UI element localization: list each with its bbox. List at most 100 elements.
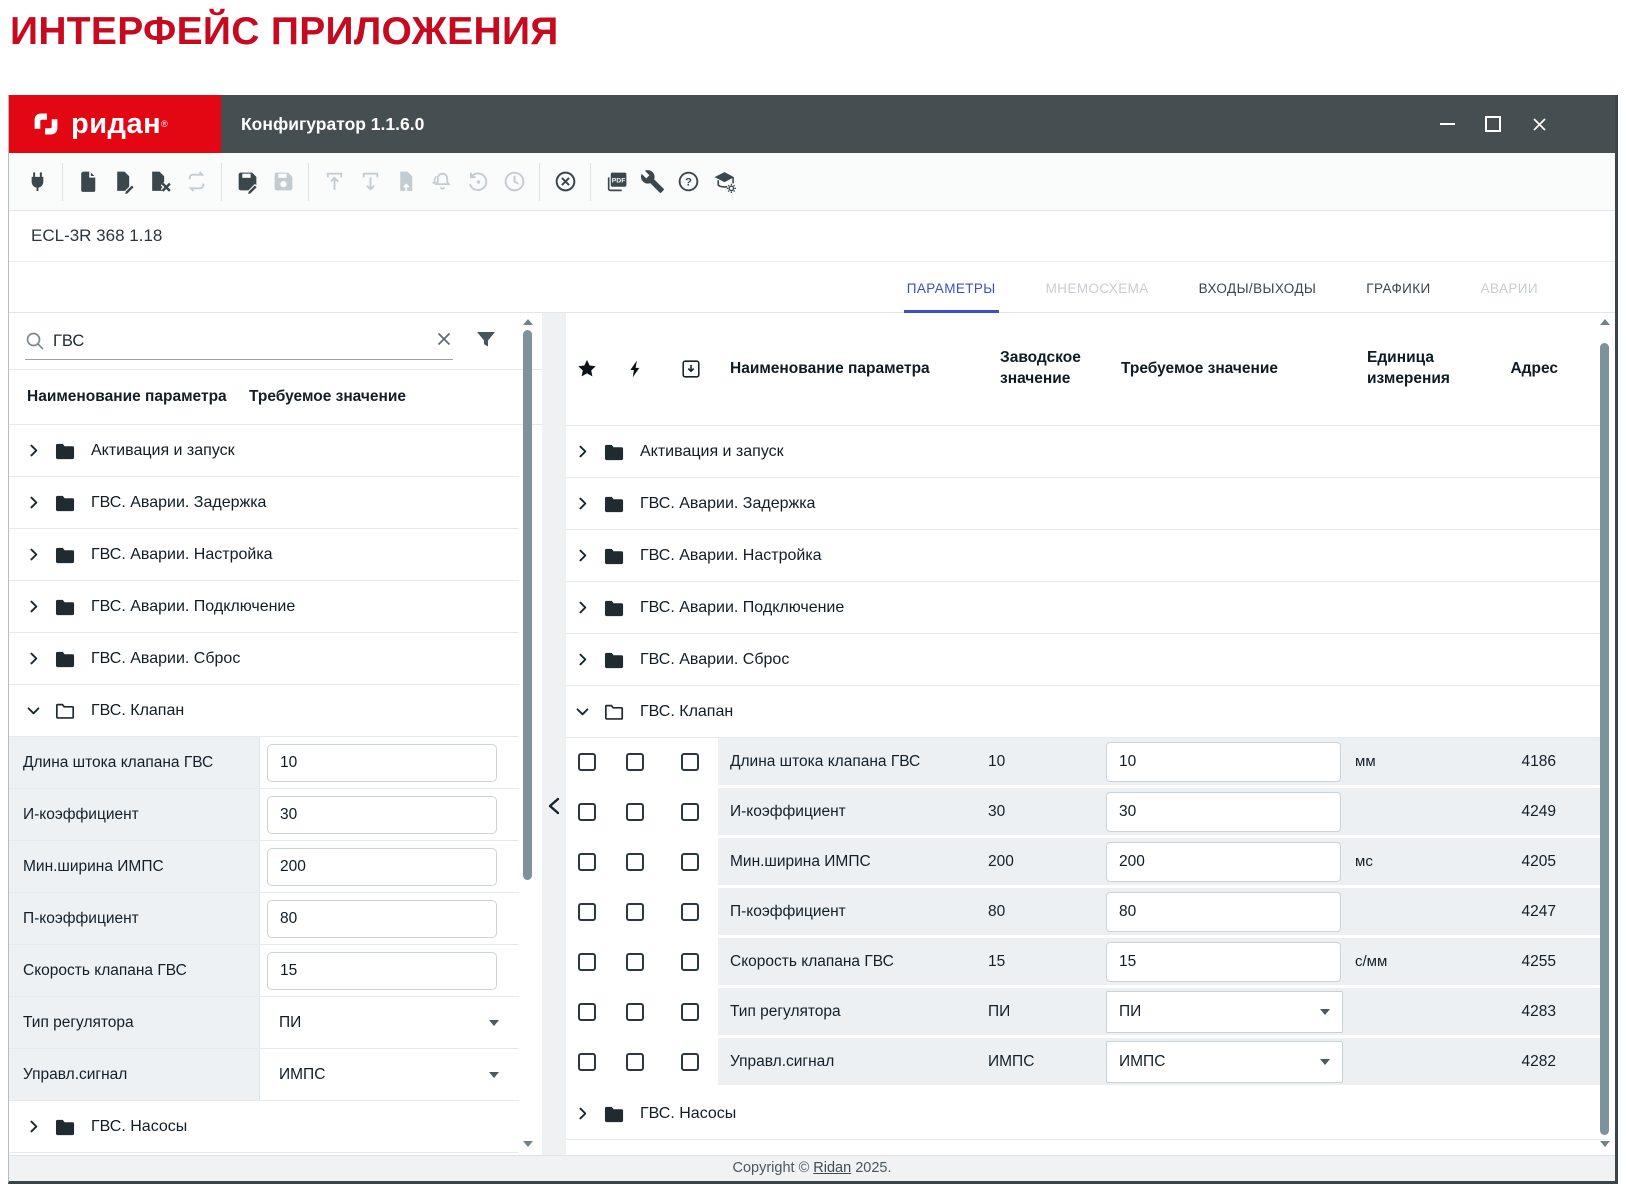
- tree-folder-row[interactable]: ГВС. Клапан: [9, 685, 519, 737]
- param-value-input[interactable]: [267, 796, 497, 834]
- required-value-input[interactable]: [1106, 942, 1341, 982]
- tab-inputs-outputs[interactable]: ВХОДЫ/ВЫХОДЫ: [1196, 281, 1320, 313]
- param-label: Управл.сигнал: [730, 1053, 834, 1071]
- scroll-down-icon[interactable]: [523, 1141, 533, 1147]
- checkbox-write[interactable]: [681, 1003, 699, 1021]
- new-file-button[interactable]: [70, 163, 106, 201]
- tree-folder-row[interactable]: ГВС. Аварии. Задержка: [566, 478, 1608, 530]
- checkbox-monitor[interactable]: [626, 853, 644, 871]
- required-value-input[interactable]: [1106, 742, 1341, 782]
- left-scrollbar[interactable]: [523, 313, 533, 1155]
- tree-folder-row[interactable]: ГВС. Основные настройки: [566, 1140, 1608, 1155]
- checkbox-favorite[interactable]: [578, 753, 596, 771]
- filter-button[interactable]: [474, 328, 498, 352]
- tree-folder-row[interactable]: ГВС. Аварии. Подключение: [566, 582, 1608, 634]
- checkbox-write[interactable]: [681, 853, 699, 871]
- left-scrollbar-thumb[interactable]: [523, 330, 532, 880]
- collapse-panel-button[interactable]: [544, 795, 564, 817]
- maximize-button[interactable]: [1483, 114, 1503, 134]
- checkbox-write[interactable]: [681, 1053, 699, 1071]
- checkbox-favorite[interactable]: [578, 1053, 596, 1071]
- ridan-link[interactable]: Ridan: [813, 1160, 851, 1176]
- checkbox-write[interactable]: [681, 803, 699, 821]
- tree-folder-row[interactable]: ГВС. Аварии. Сброс: [566, 634, 1608, 686]
- edit-file-button[interactable]: [106, 163, 142, 201]
- tree-folder-row[interactable]: ГВС. Насосы: [566, 1088, 1608, 1140]
- lightning-icon[interactable]: [608, 358, 663, 380]
- star-icon[interactable]: [566, 358, 608, 380]
- scroll-up-icon[interactable]: [1600, 319, 1610, 325]
- tree-folder-row[interactable]: ГВС. Аварии. Сброс: [9, 633, 519, 685]
- chevron-right-icon: [574, 599, 591, 616]
- clear-search-button[interactable]: [436, 331, 452, 347]
- wrench-button[interactable]: [634, 163, 670, 201]
- close-button[interactable]: [1529, 114, 1549, 134]
- right-scrollbar[interactable]: [1600, 313, 1610, 1155]
- download-tray-icon[interactable]: [663, 358, 718, 380]
- delete-file-button[interactable]: [142, 163, 178, 201]
- column-header-address: Адрес: [1475, 360, 1608, 378]
- required-value-input[interactable]: [1106, 792, 1341, 832]
- tab-charts[interactable]: ГРАФИКИ: [1363, 281, 1433, 313]
- address-cell: 4283: [1463, 988, 1608, 1035]
- chevron-right-icon: [574, 1105, 591, 1122]
- required-value-select[interactable]: ИМПС: [1106, 1041, 1343, 1083]
- folder-icon: [54, 441, 77, 461]
- param-label-cell: Управл.сигнал: [9, 1049, 260, 1100]
- param-value-input[interactable]: [267, 952, 497, 990]
- tree-folder-row[interactable]: ГВС. Аварии. Настройка: [566, 530, 1608, 582]
- checkbox-write[interactable]: [681, 753, 699, 771]
- checkbox-monitor[interactable]: [626, 803, 644, 821]
- scroll-down-icon[interactable]: [1600, 1141, 1610, 1147]
- cancel-button[interactable]: [547, 163, 583, 201]
- checkbox-favorite[interactable]: [578, 953, 596, 971]
- tree-folder-row[interactable]: ГВС. Аварии. Настройка: [9, 529, 519, 581]
- param-value-input[interactable]: [267, 900, 497, 938]
- education-settings-icon: [712, 169, 737, 194]
- tree-folder-row[interactable]: Активация и запуск: [9, 425, 519, 477]
- checkbox-monitor[interactable]: [626, 1003, 644, 1021]
- checkbox-monitor[interactable]: [626, 1053, 644, 1071]
- help-button[interactable]: ?: [670, 163, 706, 201]
- table-row: Тип регулятораПИПИ4283: [566, 988, 1608, 1038]
- param-value-select[interactable]: ПИ: [267, 997, 519, 1048]
- param-value-input[interactable]: [267, 848, 497, 886]
- dropdown-caret-icon: [1320, 1059, 1330, 1065]
- tree-folder-row[interactable]: ГВС. Клапан: [566, 686, 1608, 738]
- plug-button[interactable]: [19, 163, 55, 201]
- right-scrollbar-thumb[interactable]: [1600, 343, 1609, 1135]
- checkbox-favorite[interactable]: [578, 853, 596, 871]
- tree-folder-row[interactable]: ГВС. Насосы: [9, 1101, 519, 1153]
- tree-folder-row[interactable]: Активация и запуск: [566, 426, 1608, 478]
- checkbox-monitor[interactable]: [626, 953, 644, 971]
- checkbox-monitor[interactable]: [626, 753, 644, 771]
- address-cell: 4249: [1463, 788, 1608, 835]
- checkbox-favorite[interactable]: [578, 903, 596, 921]
- param-name-cell: П-коэффициент: [718, 888, 968, 935]
- search-input[interactable]: [53, 326, 403, 356]
- upload-button: [316, 163, 352, 201]
- required-value-select[interactable]: ПИ: [1106, 991, 1343, 1033]
- education-settings-button[interactable]: [706, 163, 742, 201]
- tab-parameters[interactable]: ПАРАМЕТРЫ: [904, 281, 999, 313]
- checkbox-monitor[interactable]: [626, 903, 644, 921]
- param-name-cell: И-коэффициент: [718, 788, 968, 835]
- checkbox-write[interactable]: [681, 953, 699, 971]
- tree-folder-row[interactable]: ГВС. Аварии. Задержка: [9, 477, 519, 529]
- toolbar: PDF?: [9, 153, 1615, 211]
- tree-folder-row[interactable]: ГВС. Аварии. Подключение: [9, 581, 519, 633]
- required-value-input[interactable]: [1106, 842, 1341, 882]
- param-value-input[interactable]: [267, 744, 497, 782]
- save-edit-button[interactable]: [229, 163, 265, 201]
- required-value-input[interactable]: [1106, 892, 1341, 932]
- checkbox-write[interactable]: [681, 903, 699, 921]
- checkbox-favorite[interactable]: [578, 803, 596, 821]
- tab-mnemoscheme: МНЕМОСХЕМА: [1043, 281, 1152, 313]
- param-label: Тип регулятора: [23, 1014, 134, 1032]
- pdf-button[interactable]: PDF: [598, 163, 634, 201]
- scroll-up-icon[interactable]: [523, 319, 533, 325]
- checkbox-favorite[interactable]: [578, 1003, 596, 1021]
- minimize-button[interactable]: [1437, 114, 1457, 134]
- table-row: И-коэффициент304249: [566, 788, 1608, 838]
- param-value-select[interactable]: ИМПС: [267, 1049, 519, 1100]
